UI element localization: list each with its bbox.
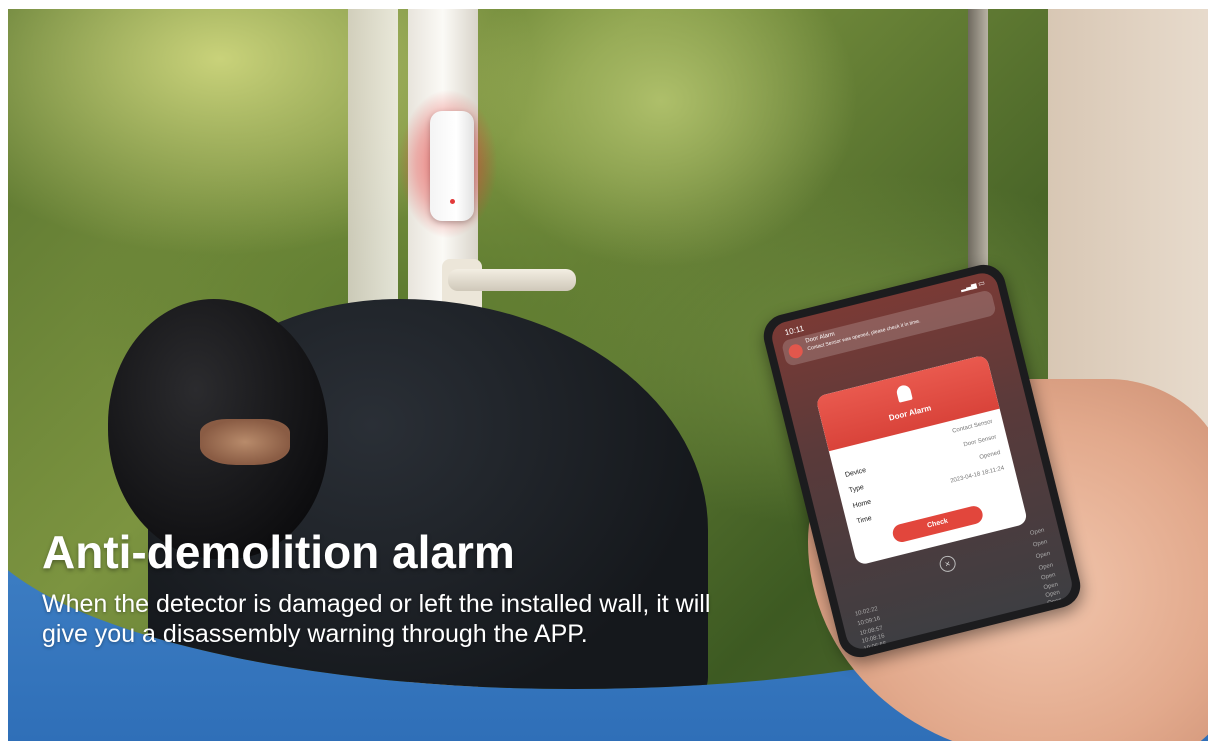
alarm-dialog: Door Alarm Contact Sensor Device Door Se… — [815, 354, 1029, 566]
close-icon[interactable]: × — [937, 554, 958, 574]
log-state: Open — [1038, 562, 1054, 572]
dialog-row-value: Contact Sensor — [951, 418, 994, 435]
dialog-row-label: Device — [844, 466, 867, 479]
dialog-row-value: 2023-04-18 18:11:24 — [949, 465, 1005, 485]
log-state: Open — [1046, 597, 1063, 607]
dialog-row-label: Home — [852, 498, 872, 510]
headline: Anti-demolition alarm — [42, 526, 515, 578]
notification-text: Contact Sensor was opened, please check … — [806, 318, 922, 353]
log-state: Open — [1032, 539, 1049, 549]
dialog-header: Door Alarm — [815, 354, 1000, 452]
dialog-row-value: Door Sensor — [963, 434, 998, 449]
app-icon — [787, 342, 805, 360]
dialog-row-label: Type — [848, 483, 865, 495]
burglar-eye-opening — [200, 419, 290, 465]
product-banner: 10:11 ▂▃▅ ▭ Door Alarm Contact Sensor wa… — [8, 9, 1208, 741]
log-state: Open — [1035, 550, 1051, 561]
dialog-row-label: Time — [855, 514, 873, 526]
window-handle — [448, 269, 576, 291]
door-sensor — [430, 111, 474, 221]
dialog-row-value: Opened — [978, 449, 1002, 461]
sensor-led-icon — [450, 199, 455, 204]
log-state: Open — [1040, 572, 1057, 582]
log-state: Open — [1029, 527, 1046, 537]
bell-icon — [895, 383, 913, 403]
description: When the detector is damaged or left the… — [42, 590, 711, 648]
